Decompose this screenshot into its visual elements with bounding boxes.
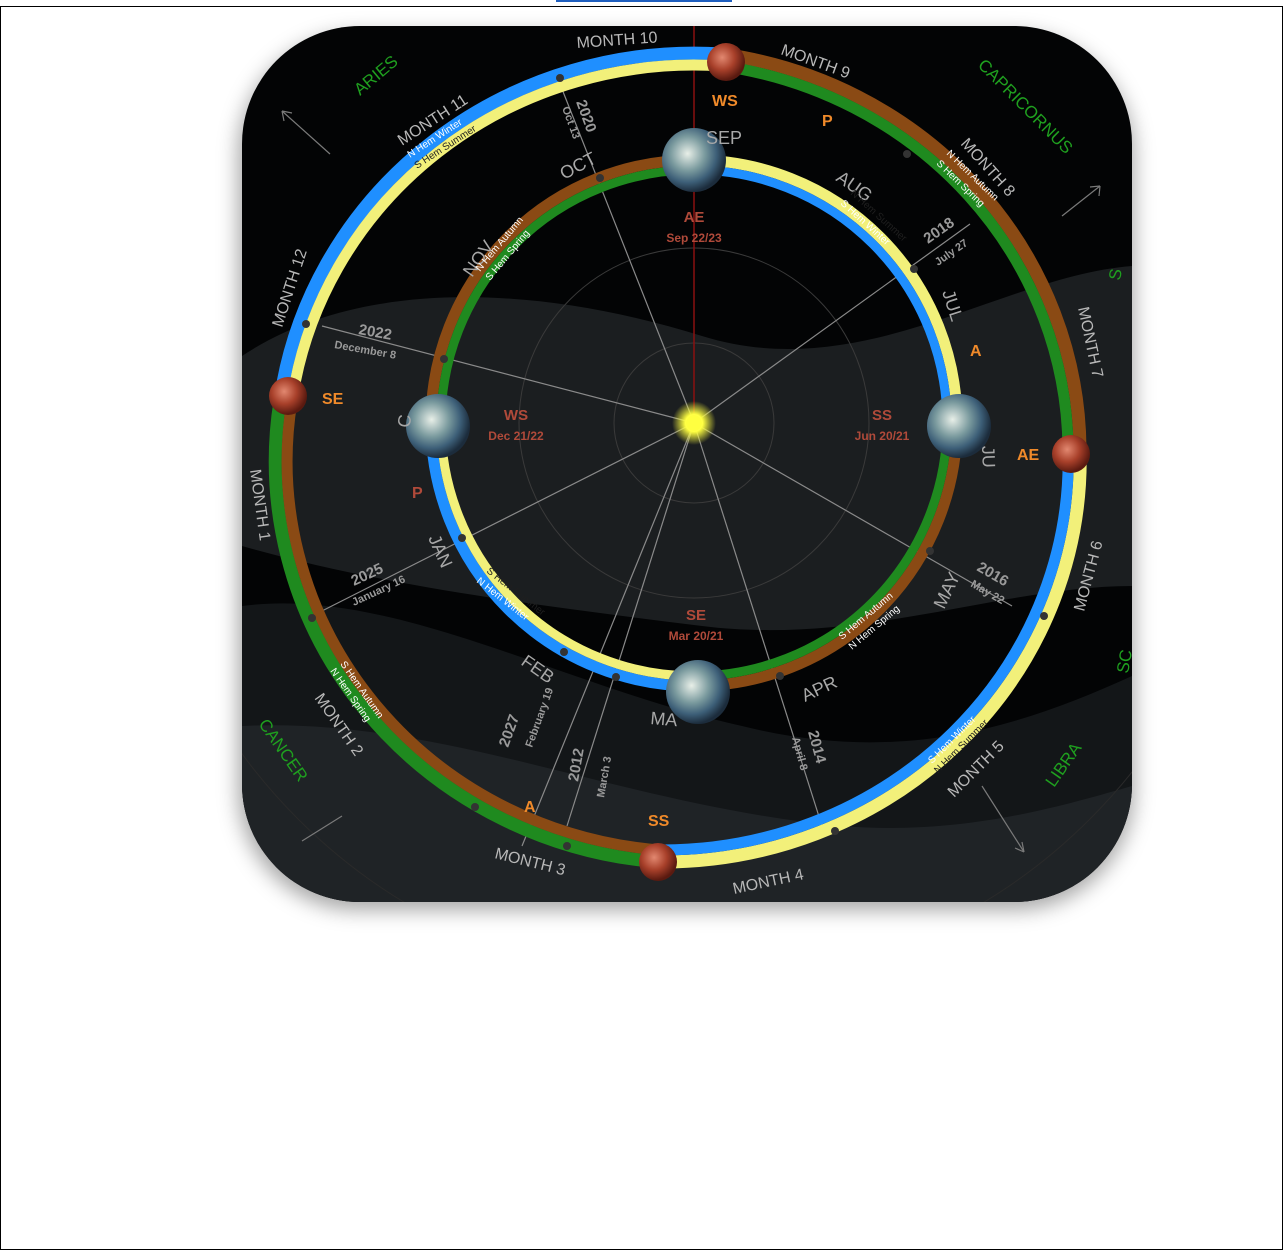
mars-season-se: SE	[322, 391, 344, 408]
opposition-2018-year: 2018	[921, 214, 958, 247]
earth-month-dec: C	[394, 414, 415, 429]
earth-season-p: P	[412, 485, 423, 502]
event-se-code: SE	[686, 607, 706, 624]
earth-month-mar: MA	[650, 708, 679, 730]
mars-season-ss: SS	[648, 813, 670, 830]
mars-earth-orbit-app-icon: ARIES CAPRICORNUS CANCER LIBRA S SC MONT…	[242, 26, 1132, 902]
event-ss-date: Jun 20/21	[855, 429, 910, 443]
opposition-2018-date: July 27	[933, 237, 970, 268]
zodiac-partial-mid: SC	[1113, 648, 1132, 675]
earth-month-sep: SEP	[706, 128, 742, 148]
link-underline-fragment	[556, 0, 732, 2]
earth-month-jul: JUL	[938, 287, 967, 324]
event-ws-date: Dec 21/22	[488, 429, 544, 443]
zodiac-aries: ARIES	[350, 52, 401, 99]
event-ws-code: WS	[504, 407, 528, 424]
sun-icon	[686, 415, 702, 431]
event-se-date: Mar 20/21	[669, 629, 724, 643]
earth-month-apr: APR	[798, 672, 840, 706]
mars-season-ae: AE	[1017, 447, 1040, 464]
earth-month-jun: JU	[978, 445, 999, 468]
zodiac-capricornus: CAPRICORNUS	[974, 55, 1076, 157]
earth-season-a: A	[970, 343, 982, 360]
mars-season-p: P	[822, 113, 833, 130]
event-ae-code: AE	[684, 209, 705, 226]
mars-season-ws: WS	[712, 93, 738, 110]
mars-season-a: A	[524, 799, 536, 816]
event-ss-code: SS	[872, 407, 892, 424]
orbit-diagram: ARIES CAPRICORNUS CANCER LIBRA S SC MONT…	[242, 26, 1132, 902]
event-ae-date: Sep 22/23	[666, 231, 722, 245]
mars-month-10: MONTH 10	[576, 29, 658, 52]
